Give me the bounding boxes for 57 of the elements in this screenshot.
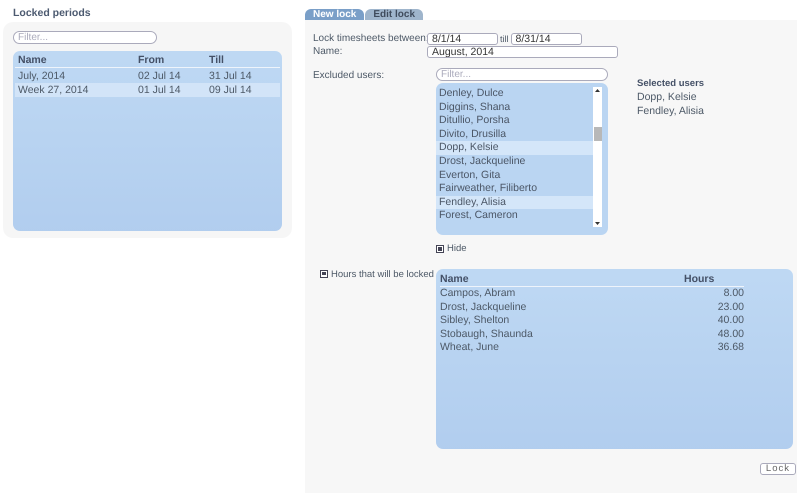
field-label: Name: bbox=[313, 46, 344, 57]
table-row[interactable]: Week 27, 2014 01 Jul 14 09 Jul 14 bbox=[15, 83, 280, 97]
selected-user: Fendley, Alisia bbox=[637, 104, 704, 118]
field-label: Lock timesheets between: bbox=[313, 33, 427, 44]
table-cell-text: 09 Jul 14 bbox=[209, 83, 253, 97]
table-row[interactable]: July, 2014 02 Jul 14 31 Jul 14 bbox=[15, 69, 280, 83]
tab[interactable]: New lock bbox=[305, 9, 364, 20]
expand-link[interactable]: Hours that will be locked bbox=[320, 269, 436, 280]
list-item[interactable]: Ditullio, Porsha bbox=[436, 114, 593, 128]
section-title: Selected users bbox=[637, 78, 704, 89]
list-item[interactable]: Diggins, Shana bbox=[436, 100, 593, 114]
section-title: Locked periods bbox=[12, 7, 92, 21]
column-header: Name bbox=[17, 54, 48, 67]
list-item[interactable]: Fendley, Alisia bbox=[436, 196, 593, 210]
list-item[interactable]: Denley, Dulce bbox=[436, 87, 593, 101]
column-header: Till bbox=[209, 54, 225, 67]
table-cell-text: 31 Jul 14 bbox=[209, 69, 253, 83]
list-item[interactable]: Everton, Gita bbox=[436, 168, 593, 182]
filter-field[interactable]: Filter... bbox=[13, 31, 157, 44]
list-item[interactable]: Divito, Drusilla bbox=[436, 128, 593, 142]
hide-link[interactable]: Hide bbox=[436, 243, 467, 254]
expand-icon bbox=[320, 270, 328, 278]
lock-button[interactable]: Lock bbox=[760, 463, 796, 475]
list-item[interactable]: Dopp, Kelsie bbox=[436, 141, 593, 155]
tab[interactable]: Edit lock bbox=[365, 9, 424, 20]
column-header: From bbox=[138, 54, 166, 67]
table-cell-text: 8.00 bbox=[722, 287, 744, 301]
list-item[interactable]: Fairweather, Filiberto bbox=[436, 182, 593, 196]
table-cell-text: Wheat, June bbox=[440, 341, 500, 355]
list-item[interactable]: Forest, Cameron bbox=[436, 209, 593, 223]
column-header: Name bbox=[440, 273, 470, 286]
table-cell-text: 01 Jul 14 bbox=[138, 83, 182, 97]
selected-user: Dopp, Kelsie bbox=[637, 91, 698, 104]
table-cell-text: Week 27, 2014 bbox=[17, 83, 90, 97]
name-field[interactable]: August, 2014 bbox=[427, 46, 618, 58]
collapse-icon bbox=[436, 244, 444, 252]
table-cell-text: July, 2014 bbox=[17, 69, 66, 83]
scroll-up-icon[interactable] bbox=[593, 87, 602, 95]
table-cell-text: Stobaugh, Shaunda bbox=[440, 328, 534, 342]
table-cell-text: 48.00 bbox=[716, 328, 744, 342]
date-field[interactable]: 8/1/14 bbox=[427, 32, 498, 44]
table-cell-text: 23.00 bbox=[716, 300, 744, 314]
field-label: till bbox=[500, 34, 508, 44]
table-cell-text: Campos, Abram bbox=[440, 287, 516, 301]
table-cell-text: Sibley, Shelton bbox=[440, 314, 510, 328]
list-item[interactable]: Drost, Jackqueline bbox=[436, 154, 593, 169]
filter-field[interactable]: Filter... bbox=[436, 68, 608, 81]
table-cell-text: 02 Jul 14 bbox=[138, 69, 182, 83]
field-label: Excluded users: bbox=[313, 69, 386, 83]
table-cell-text: 40.00 bbox=[716, 314, 744, 328]
table-cell-text: 36.68 bbox=[716, 341, 744, 355]
scroll-thumb[interactable] bbox=[594, 127, 602, 141]
date-field[interactable]: 8/31/14 bbox=[510, 32, 582, 44]
scroll-down-icon[interactable] bbox=[593, 219, 602, 227]
column-header: Hours bbox=[684, 273, 716, 286]
scrollbar[interactable] bbox=[593, 87, 602, 227]
table-cell-text: Drost, Jackqueline bbox=[440, 300, 528, 314]
